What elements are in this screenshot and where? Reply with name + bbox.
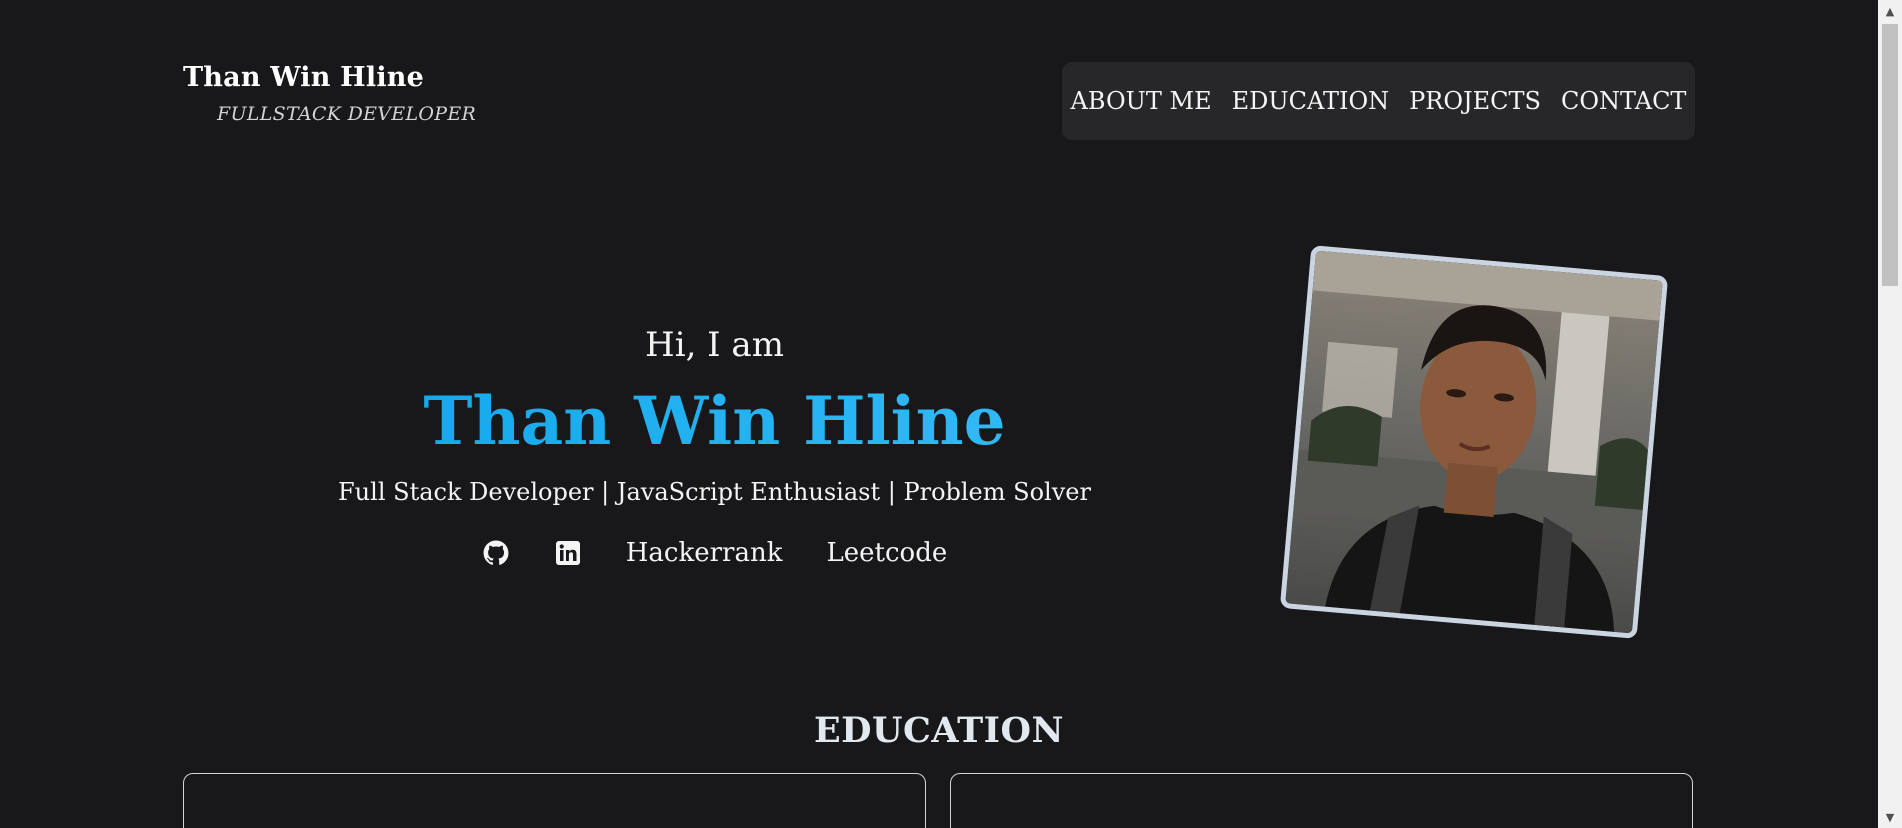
- hero-tagline: Full Stack Developer | JavaScript Enthus…: [338, 478, 1091, 507]
- scroll-thumb[interactable]: [1882, 24, 1898, 286]
- scroll-down-icon[interactable]: ▼: [1878, 806, 1902, 828]
- profile-photo: [1279, 245, 1669, 639]
- hero-greeting: Hi, I am: [645, 325, 784, 365]
- nav-about-me[interactable]: ABOUT ME: [1071, 87, 1212, 115]
- hero-name: Than Win Hline: [260, 386, 1169, 456]
- main-nav: ABOUT ME EDUCATION PROJECTS CONTACT: [1062, 62, 1695, 140]
- linkedin-icon-graphic: [555, 541, 580, 566]
- leetcode-link[interactable]: Leetcode: [827, 538, 948, 568]
- social-links: Hackerrank Leetcode: [260, 538, 1169, 568]
- profile-photo-graphic: [1285, 250, 1663, 634]
- brand-name[interactable]: Than Win Hline: [183, 62, 476, 93]
- nav-projects[interactable]: PROJECTS: [1409, 87, 1541, 115]
- github-icon[interactable]: [482, 539, 510, 567]
- hero-section: Hi, I am Than Win Hline Full Stack Devel…: [260, 325, 1169, 568]
- education-title: EDUCATION: [813, 710, 1065, 751]
- hackerrank-link[interactable]: Hackerrank: [626, 538, 783, 568]
- page: Than Win Hline FULLSTACK DEVELOPER ABOUT…: [0, 0, 1902, 828]
- github-icon-graphic: [483, 540, 509, 566]
- nav-education[interactable]: EDUCATION: [1232, 87, 1390, 115]
- linkedin-icon[interactable]: [554, 539, 582, 567]
- education-card-1: [183, 773, 926, 828]
- nav-contact[interactable]: CONTACT: [1561, 87, 1686, 115]
- education-card-2: [950, 773, 1693, 828]
- scroll-up-icon[interactable]: ▲: [1878, 0, 1902, 22]
- brand-subtitle: FULLSTACK DEVELOPER: [217, 103, 477, 125]
- scrollbar[interactable]: ▲ ▼: [1878, 0, 1902, 828]
- brand[interactable]: Than Win Hline FULLSTACK DEVELOPER: [183, 62, 476, 125]
